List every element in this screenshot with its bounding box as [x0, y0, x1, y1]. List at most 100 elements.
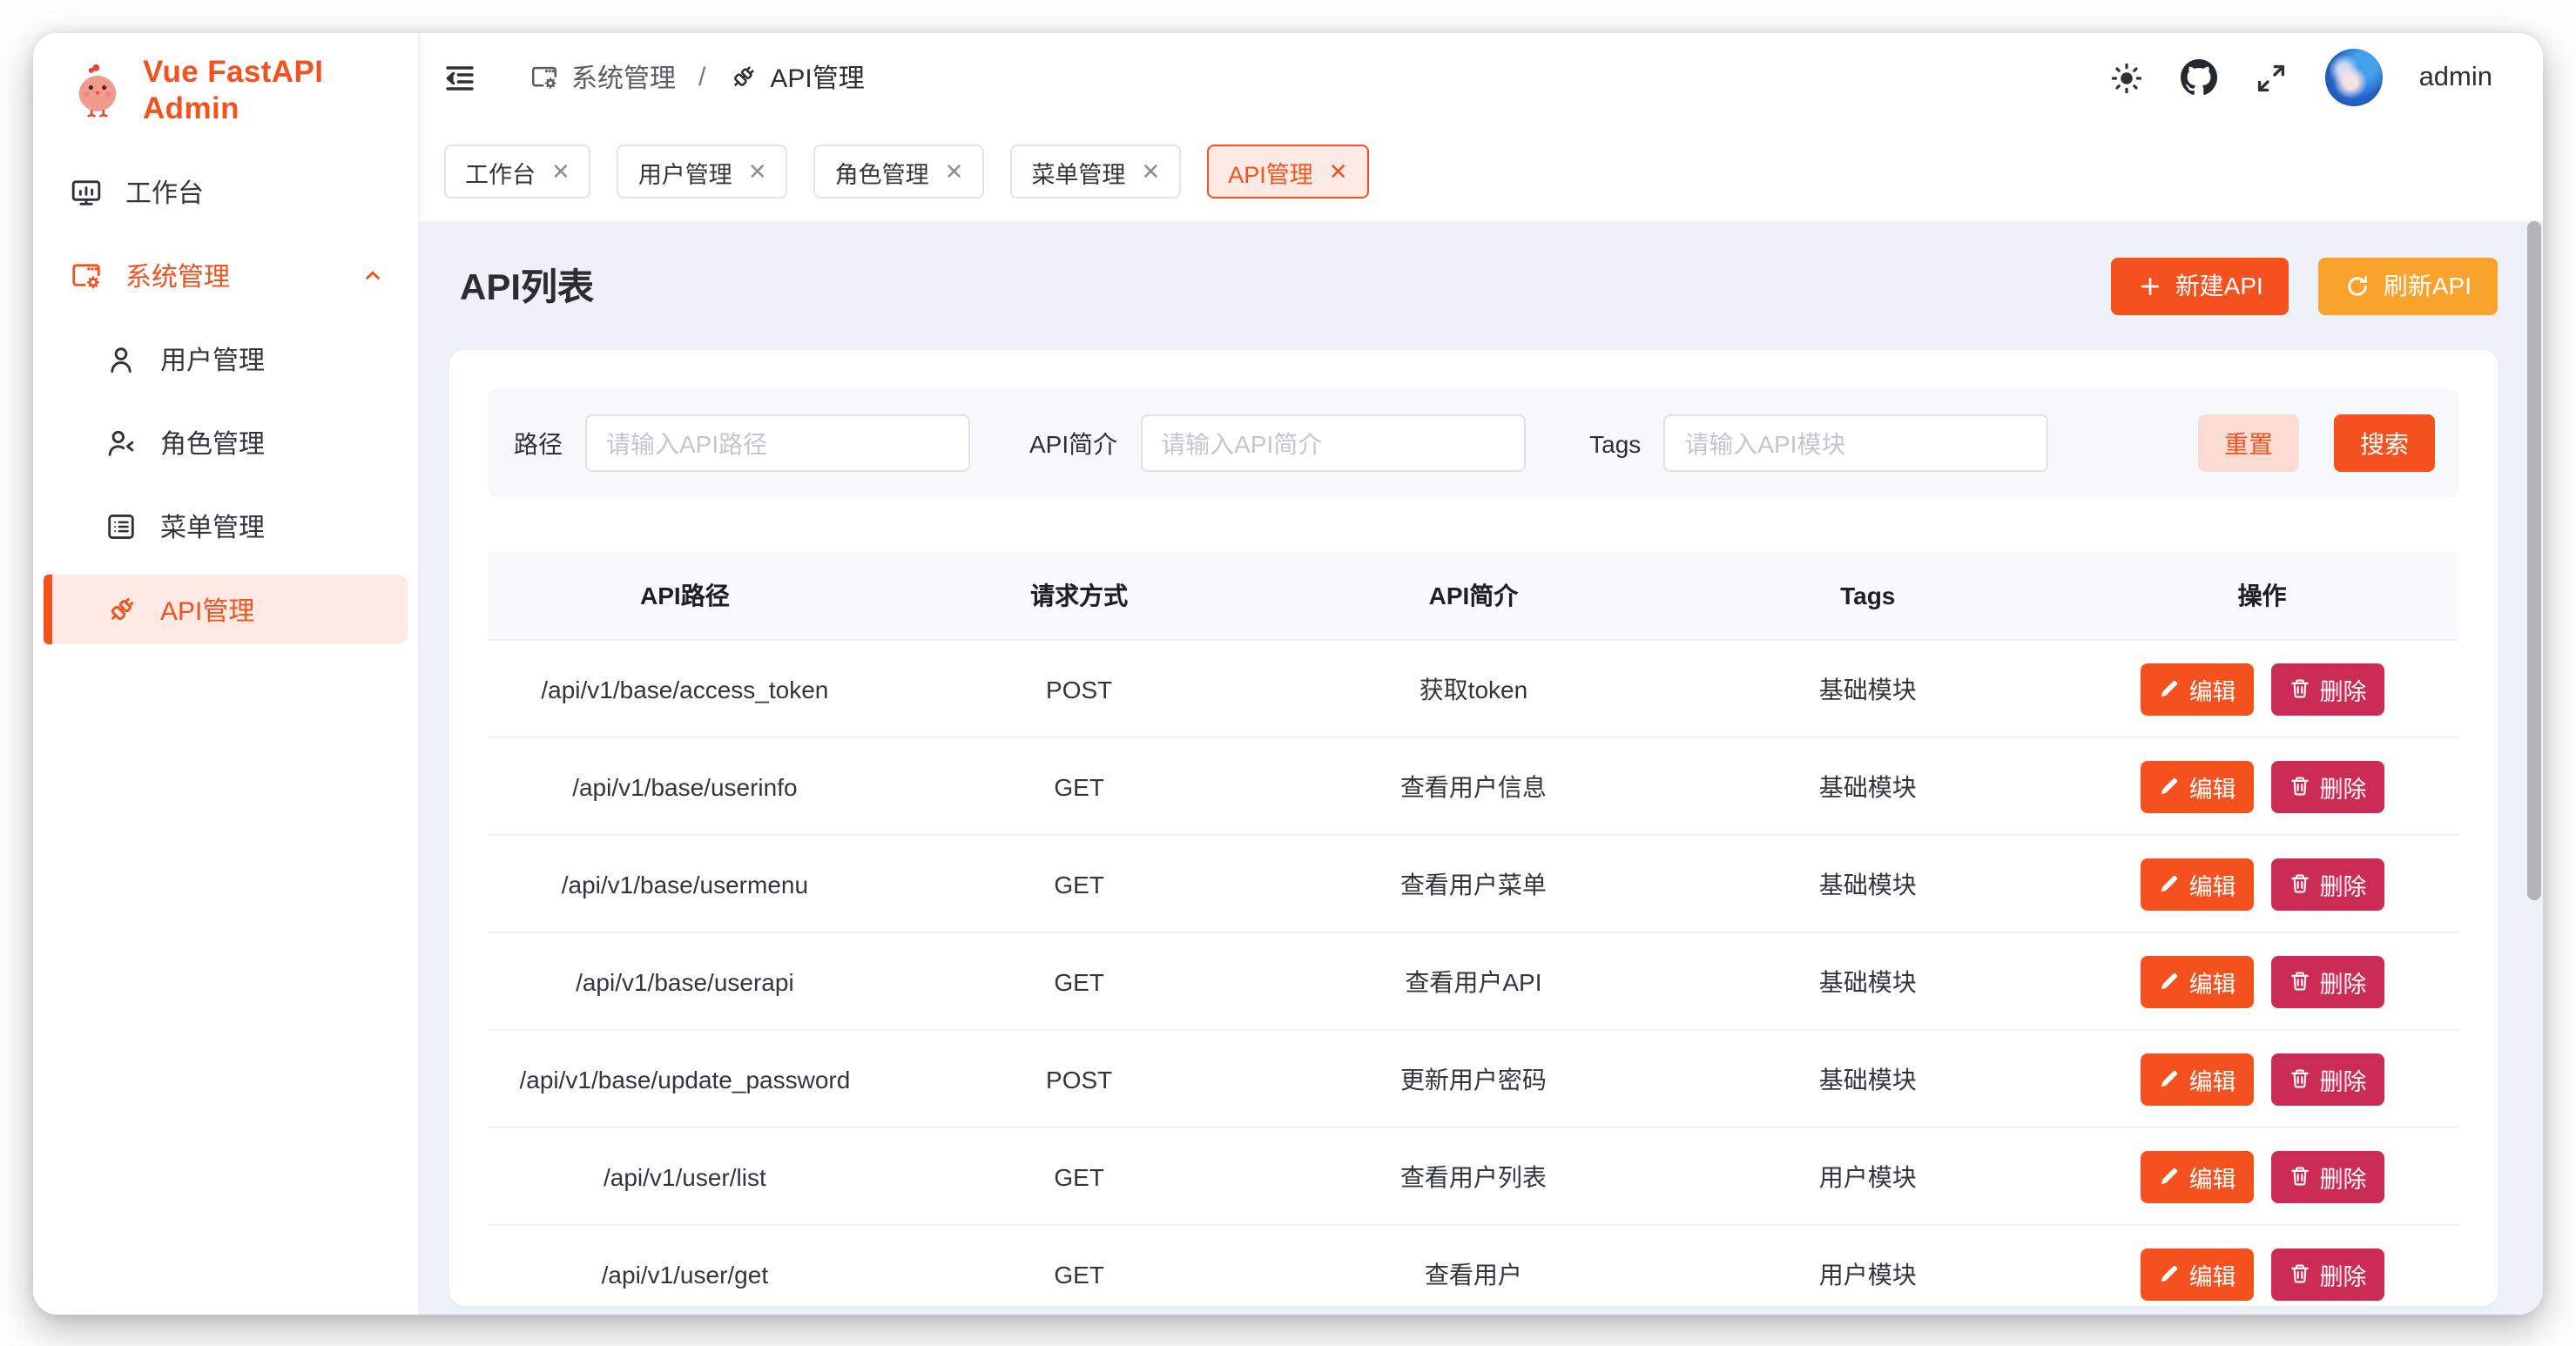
- refresh-api-button[interactable]: 刷新API: [2319, 257, 2498, 314]
- breadcrumb-api[interactable]: API管理: [728, 59, 864, 96]
- delete-button[interactable]: 删除: [2271, 1053, 2384, 1105]
- edit-label: 编辑: [2189, 671, 2236, 706]
- method-cell: POST: [882, 640, 1277, 737]
- edit-button[interactable]: 编辑: [2141, 1053, 2254, 1105]
- tags-cell: 基础模块: [1670, 835, 2065, 932]
- system-settings-icon: [529, 63, 559, 92]
- delete-button[interactable]: 删除: [2271, 858, 2384, 910]
- user-role-icon: [105, 426, 138, 459]
- breadcrumb-system[interactable]: 系统管理: [529, 59, 676, 96]
- delete-label: 删除: [2320, 964, 2367, 999]
- refresh-icon: [2345, 273, 2371, 299]
- sidebar-item-label: API管理: [160, 591, 254, 628]
- table-row: /api/v1/base/usermenu GET 查看用户菜单 基础模块 编辑: [488, 835, 2459, 932]
- api-plug-icon: [105, 593, 138, 626]
- chevron-up-icon: [359, 261, 387, 289]
- sidebar-item-workbench[interactable]: 工作台: [44, 157, 408, 226]
- sidebar: Vue FastAPI Admin 工作台: [33, 33, 420, 1315]
- summary-cell: 查看用户列表: [1277, 1127, 1671, 1225]
- breadcrumb-separator: /: [698, 63, 705, 92]
- path-filter-label: 路径: [514, 426, 563, 461]
- api-path-cell: /api/v1/user/list: [488, 1127, 882, 1225]
- content-area: API列表 新建API: [420, 221, 2543, 1315]
- tab-label: 工作台: [465, 154, 536, 189]
- path-filter-input[interactable]: [585, 414, 970, 472]
- nav-tab[interactable]: 用户管理 ✕: [617, 145, 788, 199]
- search-button[interactable]: 搜索: [2334, 414, 2435, 472]
- nav-tab[interactable]: 工作台 ✕: [444, 145, 591, 199]
- trash-icon: [2289, 872, 2311, 895]
- delete-button[interactable]: 删除: [2271, 760, 2384, 812]
- summary-filter-label: API简介: [1029, 426, 1117, 461]
- api-path-cell: /api/v1/base/usermenu: [488, 835, 882, 932]
- edit-button[interactable]: 编辑: [2141, 1248, 2254, 1300]
- app-title: Vue FastAPI Admin: [143, 54, 418, 127]
- edit-button[interactable]: 编辑: [2141, 1150, 2254, 1202]
- edit-button[interactable]: 编辑: [2141, 858, 2254, 910]
- trash-icon: [2289, 775, 2311, 798]
- app-window: Vue FastAPI Admin 工作台: [33, 33, 2543, 1315]
- nav-tab[interactable]: API管理 ✕: [1207, 145, 1368, 199]
- refresh-api-label: 刷新API: [2384, 268, 2471, 303]
- pencil-icon: [2158, 1262, 2181, 1285]
- method-cell: POST: [882, 1030, 1277, 1127]
- sidebar-menu: 工作台 系统管理: [33, 157, 418, 658]
- table-header-row: API路径 请求方式 API简介 Tags 操作: [488, 552, 2459, 640]
- edit-button[interactable]: 编辑: [2141, 955, 2254, 1007]
- nav-tab[interactable]: 角色管理 ✕: [814, 145, 985, 199]
- tags-cell: 用户模块: [1670, 1225, 2065, 1306]
- sidebar-item-system[interactable]: 系统管理: [44, 240, 408, 310]
- github-icon[interactable]: [2181, 59, 2217, 96]
- close-icon[interactable]: ✕: [945, 160, 964, 183]
- sidebar-item-users[interactable]: 用户管理: [44, 324, 408, 394]
- method-cell: GET: [882, 1127, 1277, 1225]
- delete-button[interactable]: 删除: [2271, 663, 2384, 715]
- sidebar-item-menus[interactable]: 菜单管理: [44, 491, 408, 561]
- tab-label: 用户管理: [638, 154, 732, 189]
- username[interactable]: admin: [2419, 62, 2492, 93]
- summary-filter-input[interactable]: [1140, 414, 1525, 472]
- api-path-cell: /api/v1/user/get: [488, 1225, 882, 1306]
- summary-cell: 查看用户菜单: [1277, 835, 1671, 932]
- reset-button[interactable]: 重置: [2198, 414, 2299, 472]
- sidebar-item-api[interactable]: API管理: [44, 575, 408, 644]
- summary-cell: 查看用户信息: [1277, 737, 1671, 835]
- pencil-icon: [2158, 775, 2181, 798]
- fullscreen-icon[interactable]: [2254, 60, 2289, 95]
- filter-panel: 路径 API简介 Tags 重置 搜索: [488, 388, 2459, 498]
- delete-label: 删除: [2320, 769, 2367, 804]
- nav-tab[interactable]: 菜单管理 ✕: [1010, 145, 1181, 199]
- delete-button[interactable]: 删除: [2271, 955, 2384, 1007]
- sidebar-item-label: 用户管理: [160, 340, 265, 377]
- close-icon[interactable]: ✕: [551, 160, 570, 183]
- delete-button[interactable]: 删除: [2271, 1150, 2384, 1202]
- plus-icon: [2137, 273, 2163, 299]
- user-avatar[interactable]: [2325, 49, 2383, 106]
- delete-label: 删除: [2320, 866, 2367, 901]
- vertical-scrollbar[interactable]: [2527, 221, 2540, 900]
- sidebar-item-roles[interactable]: 角色管理: [44, 407, 408, 477]
- delete-button[interactable]: 删除: [2271, 1248, 2384, 1300]
- tags-filter-input[interactable]: [1663, 414, 2048, 472]
- table-row: /api/v1/base/access_token POST 获取token 基…: [488, 640, 2459, 737]
- close-icon[interactable]: ✕: [1141, 160, 1160, 183]
- trash-icon: [2289, 970, 2311, 993]
- create-api-button[interactable]: 新建API: [2111, 257, 2289, 314]
- edit-button[interactable]: 编辑: [2141, 663, 2254, 715]
- theme-sun-icon[interactable]: [2109, 60, 2144, 95]
- delete-label: 删除: [2320, 1061, 2367, 1096]
- method-cell: GET: [882, 835, 1277, 932]
- collapse-sidebar-icon[interactable]: [442, 60, 477, 95]
- api-path-cell: /api/v1/base/update_password: [488, 1030, 882, 1127]
- breadcrumb-label: 系统管理: [571, 59, 676, 96]
- monitor-icon: [70, 175, 103, 208]
- table-row: /api/v1/base/userinfo GET 查看用户信息 基础模块 编辑: [488, 737, 2459, 835]
- close-icon[interactable]: ✕: [748, 160, 767, 183]
- edit-label: 编辑: [2189, 1159, 2236, 1194]
- user-icon: [105, 342, 138, 375]
- col-path: API路径: [488, 552, 882, 640]
- close-icon[interactable]: ✕: [1329, 160, 1348, 183]
- page-header: API列表 新建API: [420, 221, 2543, 350]
- edit-button[interactable]: 编辑: [2141, 760, 2254, 812]
- create-api-label: 新建API: [2175, 268, 2263, 303]
